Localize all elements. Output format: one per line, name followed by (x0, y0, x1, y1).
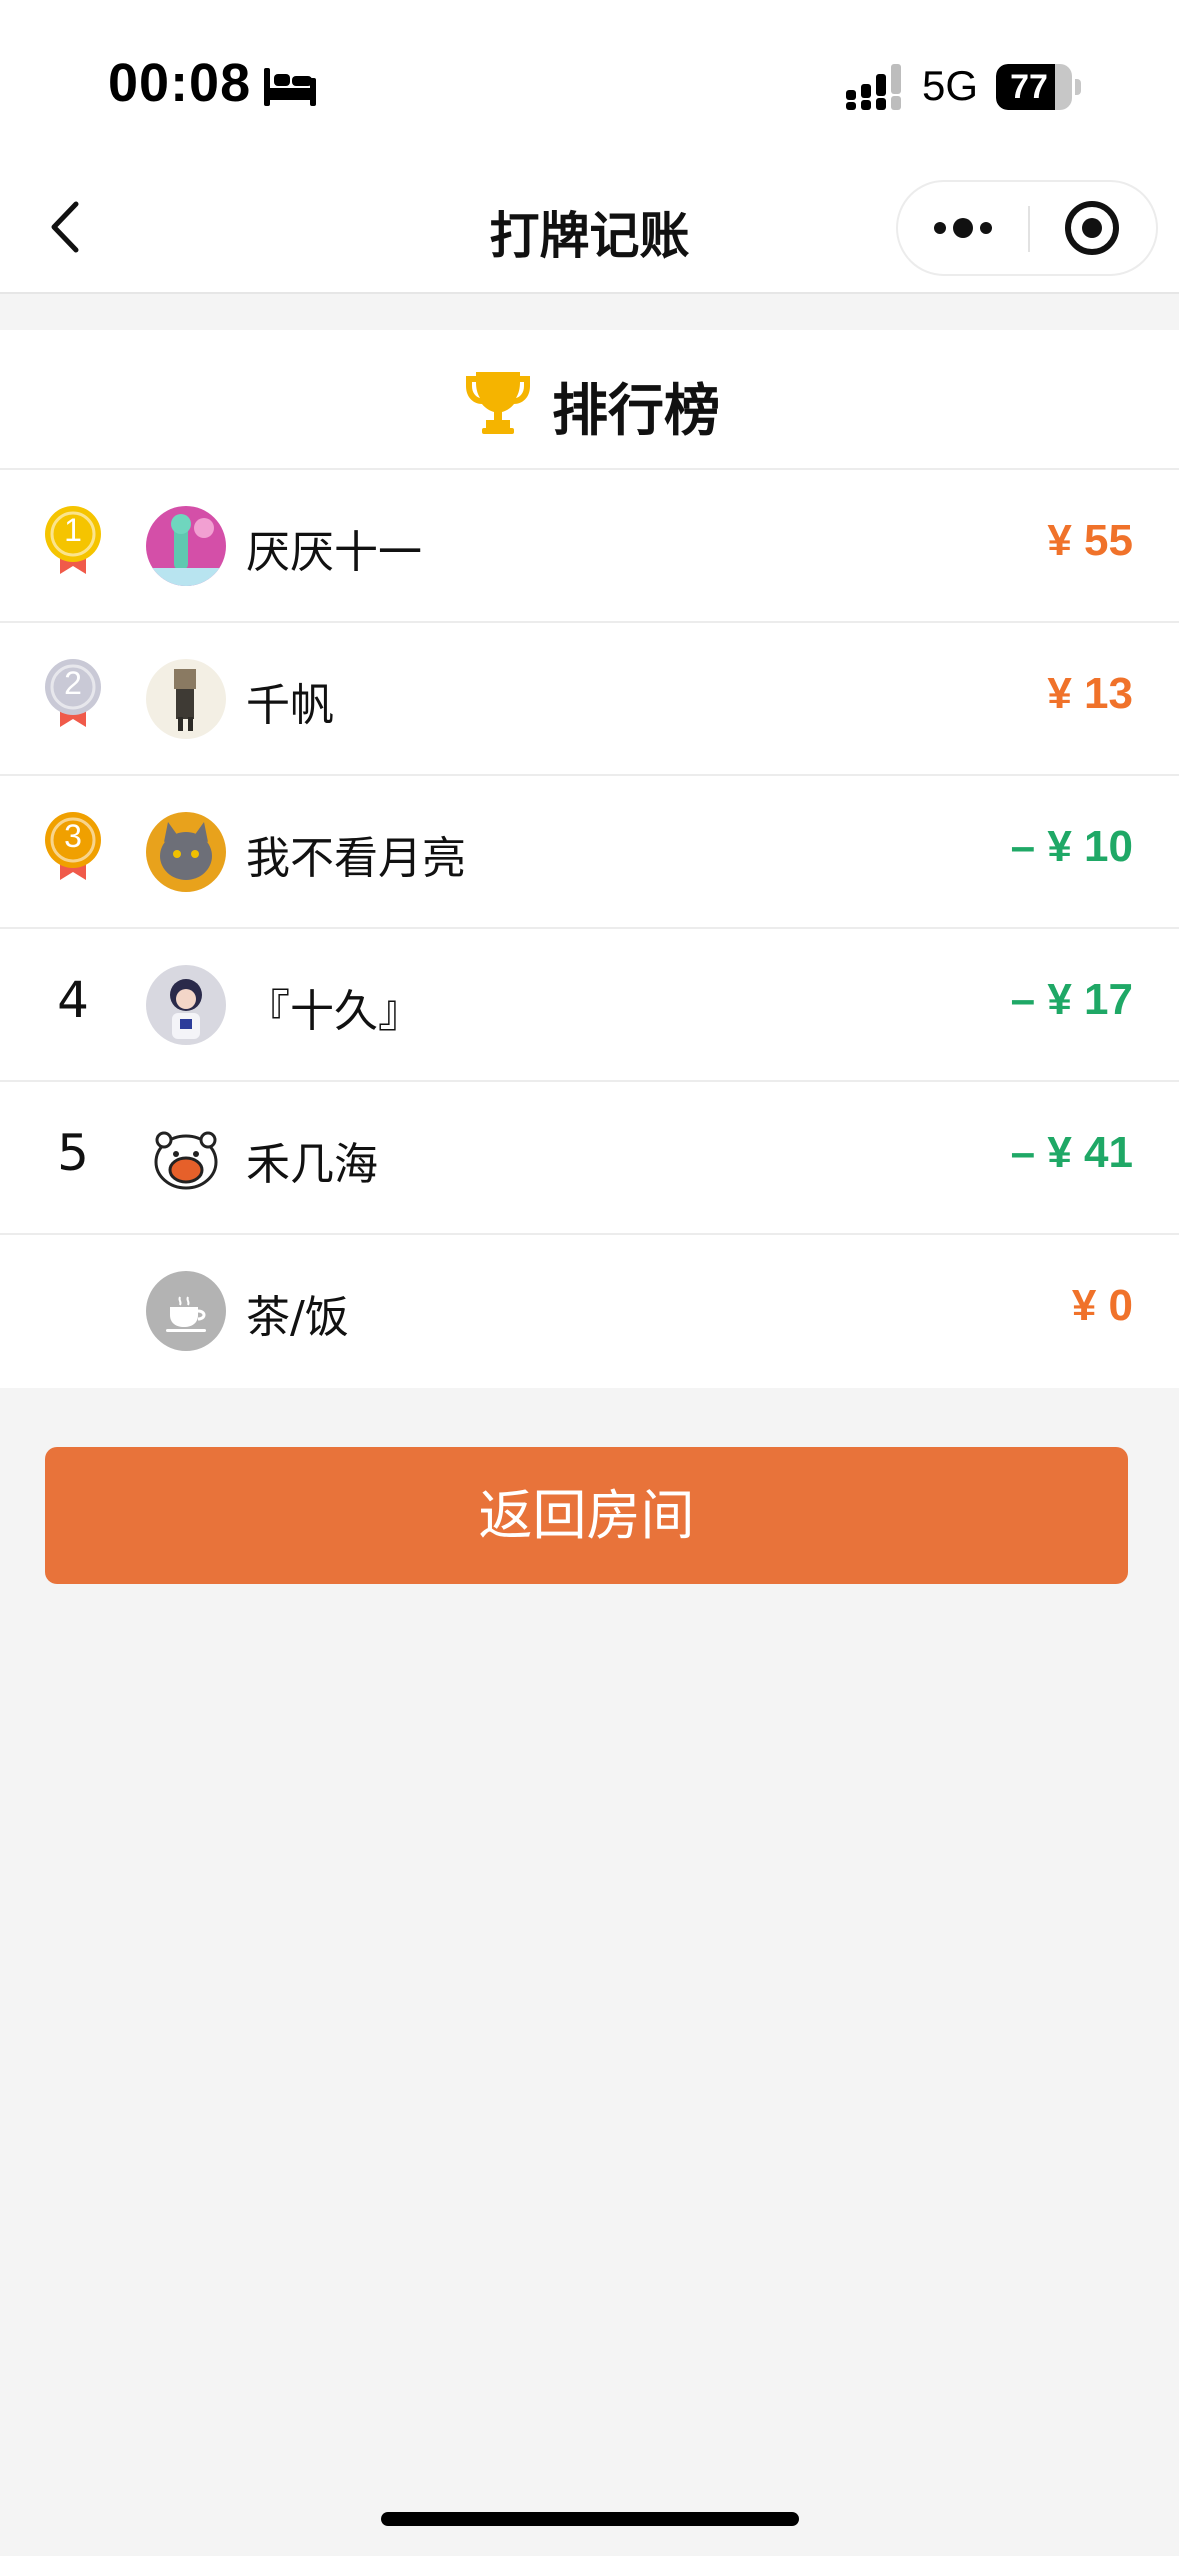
nav-bar: 打牌记账 (0, 160, 1179, 294)
return-room-button[interactable]: 返回房间 (45, 1447, 1128, 1584)
player-name: 禾几海 (246, 1139, 378, 1190)
signal-icon (846, 64, 901, 110)
trophy-icon (466, 372, 530, 434)
tea-cup-icon (146, 1271, 226, 1351)
close-mini-program-button[interactable] (1030, 182, 1158, 274)
leaderboard-row[interactable]: 茶/饭 ¥ 0 (0, 1235, 1179, 1388)
silver-medal-icon: 2 (42, 657, 104, 743)
leaderboard-row[interactable]: 1 厌厌十一 ¥ 55 (0, 470, 1179, 623)
player-name: 千帆 (246, 680, 334, 731)
mini-program-capsule (896, 180, 1158, 276)
status-time: 00:08 (108, 53, 252, 113)
avatar (146, 506, 226, 586)
home-indicator (381, 2512, 799, 2526)
leaderboard-row[interactable]: 4 『十久』 – ¥ 17 (0, 929, 1179, 1082)
score-amount: ¥ 55 (1047, 516, 1133, 565)
rank-number: 2 (64, 665, 82, 701)
score-amount: – ¥ 17 (1010, 975, 1133, 1024)
player-name: 『十久』 (246, 986, 422, 1037)
player-name: 茶/饭 (246, 1292, 349, 1343)
player-name: 我不看月亮 (246, 833, 466, 884)
leaderboard-row[interactable]: 2 千帆 ¥ 13 (0, 623, 1179, 776)
score-amount: ¥ 0 (1071, 1281, 1133, 1330)
more-button[interactable] (898, 182, 1028, 274)
avatar (146, 1118, 226, 1198)
score-amount: ¥ 13 (1047, 669, 1133, 718)
battery-icon: 77 (996, 64, 1081, 110)
player-name: 厌厌十一 (246, 527, 422, 578)
rank-number: 5 (57, 1124, 89, 1182)
target-icon (1065, 201, 1119, 255)
status-bar: 00:08 5G 77 (0, 0, 1179, 160)
bed-icon (264, 68, 316, 106)
avatar (146, 812, 226, 892)
rank-number: 4 (57, 971, 89, 1029)
score-amount: – ¥ 41 (1010, 1128, 1133, 1177)
gold-medal-icon: 1 (42, 504, 104, 590)
app-screen: 00:08 5G 77 打牌记账 排行榜 1 厌厌十一 ¥ 55 2 千帆 ¥ … (0, 0, 1179, 2556)
rank-number: 1 (64, 512, 82, 548)
bronze-medal-icon: 3 (42, 810, 104, 896)
rank-number: 3 (64, 818, 82, 854)
battery-level: 77 (1010, 68, 1048, 106)
more-dots-icon (934, 218, 992, 238)
score-amount: – ¥ 10 (1010, 822, 1133, 871)
network-type: 5G (922, 62, 979, 109)
leaderboard-card: 排行榜 1 厌厌十一 ¥ 55 2 千帆 ¥ 13 3 我不看月亮 – ¥ 10 4 『十久』 – ¥… (0, 330, 1179, 1388)
avatar (146, 659, 226, 739)
avatar (146, 965, 226, 1045)
leaderboard-row[interactable]: 5 禾几海 – ¥ 41 (0, 1082, 1179, 1235)
leaderboard-row[interactable]: 3 我不看月亮 – ¥ 10 (0, 776, 1179, 929)
leaderboard-title: 排行榜 (552, 379, 720, 444)
leaderboard-header: 排行榜 (0, 330, 1179, 470)
